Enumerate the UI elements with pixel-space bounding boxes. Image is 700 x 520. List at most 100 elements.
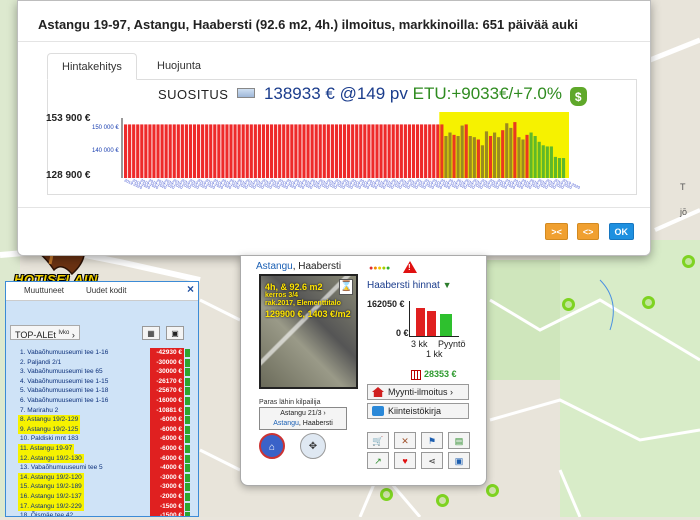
list-item-label[interactable]: 8. Astangu 19/2-129: [18, 415, 81, 425]
price-bar: [440, 124, 444, 178]
list-item-label[interactable]: 1. Vabaõhumuuseumi tee 1-16: [18, 348, 110, 358]
tab-muuttuneet[interactable]: Muuttuneet: [24, 286, 64, 295]
share-icon[interactable]: ⋖: [421, 452, 443, 469]
heart-icon[interactable]: ♥: [394, 452, 416, 469]
cart-icon[interactable]: 🛒: [367, 432, 389, 449]
list-item-label[interactable]: 16. Astangu 19/2-137: [18, 491, 84, 502]
list-item-label[interactable]: 3. Vabaõhumuuseumi tee 65: [18, 367, 105, 377]
price-bar: [160, 124, 164, 178]
list-item[interactable]: 3. Vabaõhumuuseumi tee 65 -30000 €: [10, 367, 198, 377]
map-marker[interactable]: [486, 484, 499, 497]
list-item[interactable]: 8. Astangu 19/2-129 -6000 €: [10, 415, 198, 425]
move-icon[interactable]: ✥: [300, 433, 326, 459]
list-item[interactable]: 17. Astangu 19/2-229 -1500 €: [10, 501, 198, 512]
property-register-button[interactable]: Kiinteistökirja: [367, 403, 469, 419]
list-item[interactable]: 18. Õismäe tee 42 -1500 €: [10, 511, 198, 516]
map-marker[interactable]: [436, 494, 449, 507]
price-bar: [541, 145, 545, 178]
list-item[interactable]: 15. Astangu 19/2-189 -3000 €: [10, 482, 198, 492]
list-item-label[interactable]: 11. Astangu 19-97: [18, 443, 75, 454]
list-item-label[interactable]: 17. Astangu 19/2-229: [18, 501, 84, 512]
status-indicator: [185, 358, 190, 367]
list-item-label[interactable]: 2. Paljandi 2/1: [18, 358, 63, 368]
list-item[interactable]: 7. Marirahu 2 -10881 €: [10, 405, 198, 416]
list-item[interactable]: 13. Vabaõhumuuseumi tee 5 -4000 €: [10, 463, 198, 473]
list-item[interactable]: 10. Paldiski mnt 183 -6000 €: [10, 434, 198, 444]
list-item[interactable]: 11. Astangu 19-97 -6000 €: [10, 443, 198, 454]
top-listings-panel: Muuttuneet Uudet kodit × TOP-ALEt Ivko ›…: [5, 281, 199, 517]
export-icon[interactable]: ▣: [166, 326, 184, 340]
list-item-label[interactable]: 7. Marirahu 2: [18, 406, 60, 416]
tab-hintakehitys[interactable]: Hintakehitys: [47, 53, 137, 80]
price-history-dialog: Astangu 19-97, Astangu, Haabersti (92.6 …: [17, 0, 651, 256]
close-icon[interactable]: ×: [187, 282, 194, 296]
collapse-button[interactable]: ><: [545, 223, 568, 240]
top-alet-sub: Ivko: [58, 330, 70, 336]
cutlery-icon[interactable]: ✕: [394, 432, 416, 449]
price-bar: [330, 124, 334, 178]
location-link[interactable]: Astangu: [256, 261, 293, 272]
map-marker[interactable]: [642, 296, 655, 309]
price-bar: [395, 124, 399, 178]
price-bar: [561, 158, 566, 178]
price-bar: [375, 124, 379, 178]
photos-icon[interactable]: ▤: [448, 432, 470, 449]
price-bar: [184, 124, 188, 178]
price-change-badge: -25670 €: [150, 386, 184, 396]
sale-listing-button[interactable]: Myynti-ilmoitus ›: [367, 384, 469, 400]
warning-icon: !: [403, 261, 417, 273]
list-item[interactable]: 16. Astangu 19/2-137 -2000 €: [10, 491, 198, 502]
list-item-label[interactable]: 9. Astangu 19/2-125: [18, 424, 81, 435]
price-bar: [399, 124, 403, 178]
competitor-address: Astangu 21/3 ›: [280, 410, 326, 417]
chart-up-icon[interactable]: ↗: [367, 452, 389, 469]
list-item[interactable]: 2. Paljandi 2/1 -30000 €: [10, 357, 198, 368]
price-bar: [367, 124, 371, 178]
price-bar: [334, 124, 339, 178]
triangle-down-icon: ▼: [442, 280, 452, 290]
price-bar: [363, 124, 367, 178]
list-item[interactable]: 14. Astangu 19/2-120 -3000 €: [10, 472, 198, 483]
list-item[interactable]: 12. Astangu 19/2-130 -6000 €: [10, 453, 198, 464]
price-bar: [533, 136, 537, 178]
map-marker[interactable]: [682, 255, 695, 268]
status-indicator: [185, 444, 190, 453]
competitor-button[interactable]: Astangu 21/3 › Astangu, Haabersti: [259, 407, 347, 430]
list-item[interactable]: 6. Vabaõhumuuseumi tee 1-16 -16000 €: [10, 395, 198, 406]
top-alet-dropdown[interactable]: TOP-ALEt Ivko ›: [10, 325, 80, 340]
competitor-location-link[interactable]: Astangu: [273, 420, 299, 427]
tab-huojunta[interactable]: Huojunta: [143, 53, 215, 80]
list-item-label[interactable]: 18. Õismäe tee 42: [18, 511, 75, 516]
price-bar: [229, 124, 233, 178]
list-item-label[interactable]: 6. Vabaõhumuuseumi tee 1-16: [18, 396, 110, 406]
list-item[interactable]: 5. Vabaõhumuuseumi tee 1-18 -25670 €: [10, 386, 198, 396]
status-indicator: [185, 416, 190, 425]
list-item-label[interactable]: 12. Astangu 19/2-130: [18, 453, 84, 464]
map-marker[interactable]: [380, 488, 393, 501]
list-item[interactable]: 1. Vabaõhumuuseumi tee 1-16 -42930 €: [10, 348, 198, 358]
price-bar: [484, 131, 489, 178]
price-bar: [144, 124, 148, 178]
house-icon[interactable]: ⌂: [259, 433, 285, 459]
ok-button[interactable]: OK: [608, 223, 634, 240]
sale-listing-label: Myynti-ilmoitus: [388, 387, 448, 397]
list-item[interactable]: 4. Vabaõhumuuseumi tee 1-15 -26170 €: [10, 376, 198, 387]
chart-icon[interactable]: ▦: [142, 326, 160, 340]
list-item[interactable]: 9. Astangu 19/2-125 -6000 €: [10, 424, 198, 435]
tab-uudet-kodit[interactable]: Uudet kodit: [86, 286, 126, 295]
list-item-label[interactable]: 10. Paldiski mnt 183: [18, 434, 81, 444]
list-item-label[interactable]: 13. Vabaõhumuuseumi tee 5: [18, 463, 105, 473]
district-prices-link[interactable]: Haabersti hinnat ▼: [367, 280, 452, 291]
property-photo[interactable]: 4h, & 92.6 m2 kerros 3/4 rak.2017, Eleme…: [259, 274, 358, 389]
export-icon[interactable]: ▣: [448, 452, 470, 469]
flag-icon[interactable]: ⚑: [421, 432, 443, 449]
price-bar: [415, 124, 420, 178]
list-item-label[interactable]: 5. Vabaõhumuuseumi tee 1-18: [18, 386, 110, 396]
price-bar: [225, 124, 229, 178]
list-item-label[interactable]: 4. Vabaõhumuuseumi tee 1-15: [18, 377, 110, 387]
price-change-badge: -16000 €: [150, 395, 184, 406]
expand-button[interactable]: <>: [576, 223, 600, 240]
list-item-label[interactable]: 15. Astangu 19/2-189: [18, 482, 84, 492]
list-item-label[interactable]: 14. Astangu 19/2-120: [18, 472, 84, 483]
map-marker[interactable]: [562, 298, 575, 311]
